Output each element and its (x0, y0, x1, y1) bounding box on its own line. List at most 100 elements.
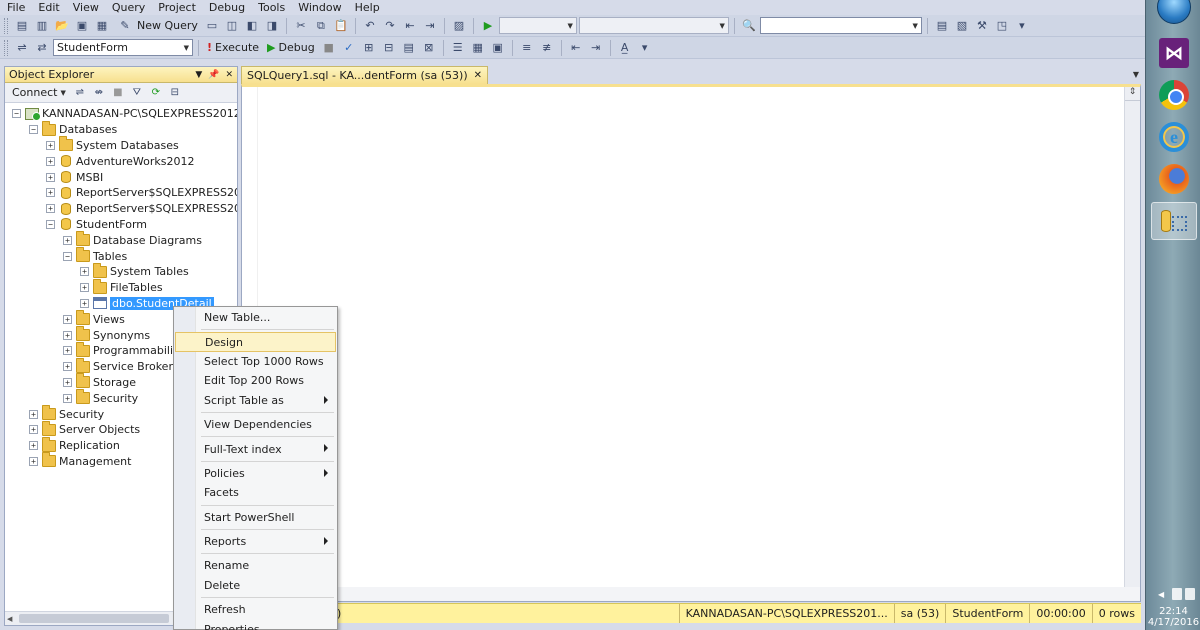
context-item-reports[interactable]: Reports (174, 532, 337, 551)
expand-icon[interactable]: + (63, 362, 72, 372)
parse-icon[interactable]: ✓ (340, 39, 358, 57)
expand-icon[interactable]: + (46, 140, 55, 150)
vertical-scrollbar[interactable]: ⇕ ▼ (1124, 87, 1140, 601)
expand-icon[interactable]: + (46, 156, 55, 166)
tab-sqlquery1[interactable]: SQLQuery1.sql - KA...dentForm (sa (53)) … (241, 66, 489, 84)
pin-icon[interactable]: 📌 (208, 70, 219, 80)
scroll-left-icon[interactable]: ◀ (7, 615, 12, 623)
chevron-down-icon[interactable]: ▼ (1133, 70, 1139, 79)
tree-node[interactable]: + ReportServer$SQLEXPRESS2012Ter (5, 201, 237, 217)
taskbar-firefox[interactable] (1151, 160, 1197, 198)
undo-icon[interactable]: ↶ (361, 17, 379, 35)
expand-icon[interactable]: + (46, 172, 55, 182)
debug-button[interactable]: ▶ Debug (264, 41, 318, 54)
toolbar-grip[interactable] (4, 39, 8, 56)
toolbar-options-icon[interactable]: ▾ (1013, 17, 1031, 35)
stop-icon[interactable]: ■ (110, 85, 126, 101)
registered-servers-icon[interactable]: ▤ (933, 17, 951, 35)
tree-node[interactable]: − StudentForm (5, 217, 237, 233)
find-combo[interactable]: ▼ (759, 17, 922, 34)
context-item-script-table-as[interactable]: Script Table as (174, 391, 337, 410)
start-icon[interactable]: ▶ (479, 17, 497, 35)
toolbar-options-icon[interactable]: ▾ (636, 39, 654, 57)
paste-icon[interactable]: 📋 (332, 17, 350, 35)
expand-icon[interactable]: + (80, 298, 89, 308)
tree-node[interactable]: + System Databases (5, 136, 237, 154)
increase-indent-icon[interactable]: ⇥ (587, 39, 605, 57)
expand-icon[interactable]: + (63, 235, 72, 245)
show-hidden-icons-icon[interactable]: ◀ (1158, 590, 1164, 599)
tree-node[interactable]: + FileTables (5, 278, 237, 296)
save-icon[interactable]: ▣ (73, 17, 91, 35)
context-item-properties[interactable]: Properties (174, 619, 337, 630)
tree-node[interactable]: − Tables (5, 247, 237, 264)
expand-icon[interactable]: + (63, 346, 72, 356)
expand-icon[interactable]: + (46, 204, 55, 214)
new-project-icon[interactable]: ▤ (13, 17, 31, 35)
context-item-delete[interactable]: Delete (174, 576, 337, 595)
include-plan-icon[interactable]: ⊠ (420, 39, 438, 57)
expand-icon[interactable]: + (29, 409, 38, 419)
collapse-icon[interactable]: − (29, 125, 38, 135)
menu-help[interactable]: Help (348, 1, 386, 14)
open-file-icon[interactable]: 📂 (53, 17, 71, 35)
cancel-query-icon[interactable]: ■ (320, 39, 338, 57)
tree-node[interactable]: + AdventureWorks2012 (5, 153, 237, 169)
tree-node[interactable]: + System Tables (5, 262, 237, 280)
filter-icon[interactable]: ⛛ (129, 85, 145, 101)
tree-node[interactable]: + Database Diagrams (5, 231, 237, 248)
save-all-icon[interactable]: ▦ (93, 17, 111, 35)
taskbar-clock[interactable]: 22:14 4/17/2016 (1146, 606, 1200, 628)
analysis-query-icon[interactable]: ◫ (223, 17, 241, 35)
menu-query[interactable]: Query (105, 1, 151, 14)
taskbar-visual-studio[interactable]: ⋈ (1151, 34, 1197, 72)
network-icon[interactable] (1172, 588, 1182, 600)
collapse-icon[interactable]: − (46, 219, 55, 229)
copy-icon[interactable]: ⧉ (312, 17, 330, 35)
query-editor[interactable]: ⇕ ▼ (241, 84, 1141, 602)
expand-icon[interactable]: + (63, 393, 72, 403)
menu-view[interactable]: View (66, 1, 105, 14)
menu-window[interactable]: Window (291, 1, 347, 14)
available-databases-combo[interactable]: StudentForm ▼ (53, 39, 193, 56)
specify-values-icon[interactable]: A̲ (616, 39, 634, 57)
cut-icon[interactable]: ✂ (292, 17, 310, 35)
uncomment-icon[interactable]: ≢ (538, 39, 556, 57)
context-item-refresh[interactable]: Refresh (174, 600, 337, 619)
context-item-full-text-index[interactable]: Full-Text index (174, 439, 337, 458)
context-item-select-top-1000-rows[interactable]: Select Top 1000 Rows (174, 352, 337, 371)
solution-config-combo[interactable]: ▼ (498, 17, 577, 34)
new-query-button[interactable]: ✎ New Query (113, 17, 201, 35)
tree-node[interactable]: + ReportServer$SQLEXPRESS2012 (5, 185, 237, 201)
context-item-new-table[interactable]: New Table... (174, 308, 337, 327)
display-estimated-plan-icon[interactable]: ⊞ (360, 39, 378, 57)
dmx-query-icon[interactable]: ◨ (263, 17, 281, 35)
start-button[interactable] (1151, 0, 1197, 26)
context-item-view-dependencies[interactable]: View Dependencies (174, 415, 337, 434)
navigate-icon[interactable]: ⇤ (401, 17, 419, 35)
close-icon[interactable]: ✕ (474, 70, 482, 81)
tree-node[interactable]: − Databases (5, 120, 237, 138)
add-item-icon[interactable]: ▥ (33, 17, 51, 35)
solution-platform-combo[interactable]: ▼ (578, 17, 729, 34)
properties-window-icon[interactable]: ◳ (993, 17, 1011, 35)
refresh-icon[interactable]: ⟳ (148, 85, 164, 101)
context-item-start-powershell[interactable]: Start PowerShell (174, 508, 337, 527)
context-item-edit-top-200-rows[interactable]: Edit Top 200 Rows (174, 371, 337, 390)
results-to-file-icon[interactable]: ▣ (489, 39, 507, 57)
disconnect-icon[interactable]: ⇎ (91, 85, 107, 101)
expand-icon[interactable]: + (29, 425, 38, 435)
collapse-icon[interactable]: − (63, 251, 72, 261)
connect-icon[interactable]: ⇌ (13, 39, 31, 57)
collapse-all-icon[interactable]: ⊟ (167, 85, 183, 101)
context-item-facets[interactable]: Facets (174, 483, 337, 502)
results-to-grid-icon[interactable]: ▦ (469, 39, 487, 57)
menu-project[interactable]: Project (151, 1, 202, 14)
menu-edit[interactable]: Edit (31, 1, 65, 14)
expand-icon[interactable]: + (80, 283, 89, 293)
results-to-text-icon[interactable]: ☰ (449, 39, 467, 57)
context-item-policies[interactable]: Policies (174, 464, 337, 483)
expand-icon[interactable]: + (29, 456, 38, 466)
tree-node[interactable]: + MSBI (5, 169, 237, 185)
window-position-icon[interactable]: ▼ (195, 70, 202, 80)
